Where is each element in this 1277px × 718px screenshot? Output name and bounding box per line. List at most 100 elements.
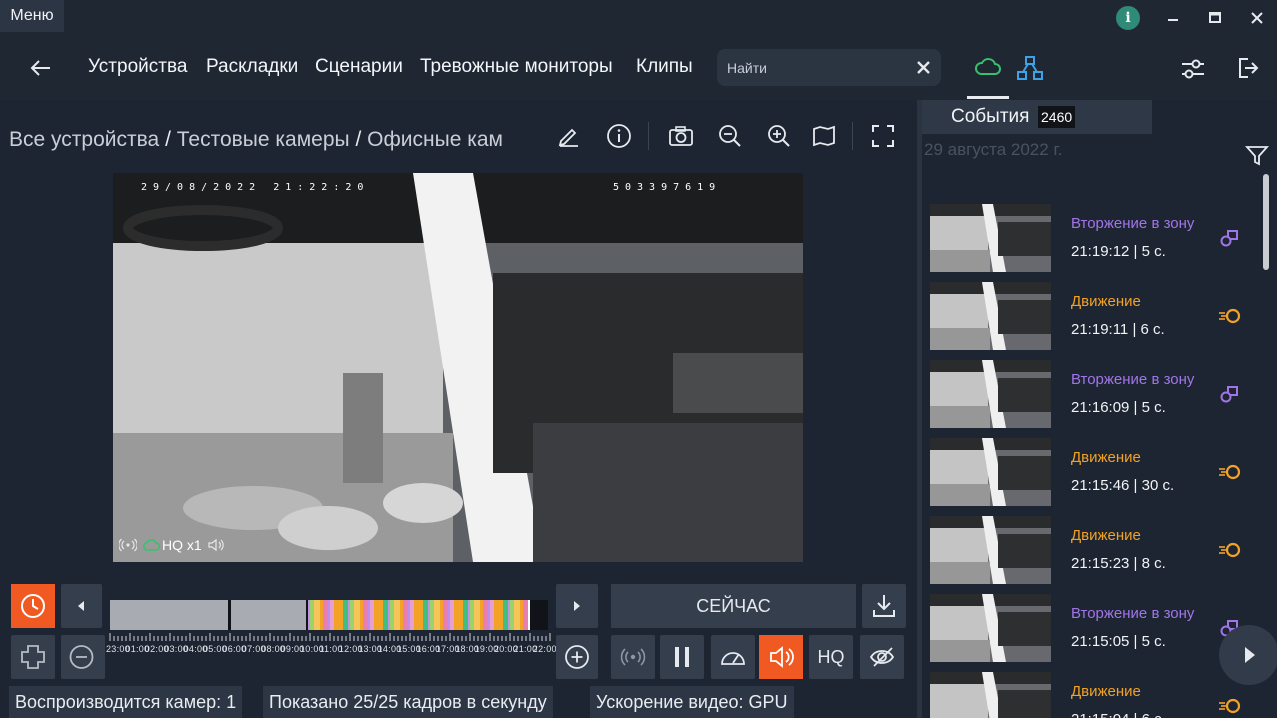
edit-icon[interactable]: [557, 124, 581, 148]
timeline-segment: [354, 600, 360, 630]
timeline-segment: [370, 600, 374, 630]
timeline-segment: [320, 600, 323, 630]
minimize-icon[interactable]: [1165, 10, 1181, 26]
event-item[interactable]: Вторжение в зону 21:16:09 | 5 с.: [930, 360, 1250, 428]
archive-clock-button[interactable]: [11, 584, 55, 628]
event-thumbnail[interactable]: [930, 516, 1051, 584]
nav-item-scenarios[interactable]: Сценарии: [315, 56, 403, 78]
event-thumbnail[interactable]: [930, 204, 1051, 272]
event-thumbnail[interactable]: [930, 594, 1051, 662]
timeline-segment: [463, 600, 468, 630]
clear-icon[interactable]: [915, 59, 932, 76]
timeline-segment: [454, 600, 460, 630]
logout-icon[interactable]: [1236, 56, 1260, 80]
timeline-segment: [408, 600, 410, 630]
nav-item-alarm-monitors[interactable]: Тревожные мониторы: [420, 56, 613, 78]
sliders-icon[interactable]: [1180, 57, 1206, 81]
timeline-segment: [520, 600, 523, 630]
sound-button[interactable]: [759, 635, 803, 679]
cloud-icon[interactable]: [974, 56, 1002, 78]
toolbar-divider: [648, 122, 649, 150]
event-thumbnail[interactable]: [930, 672, 1051, 718]
info-icon[interactable]: i: [1116, 6, 1140, 30]
now-button[interactable]: СЕЙЧАС: [611, 584, 856, 628]
timeline-segment: [470, 600, 474, 630]
breadcrumb-test-cameras[interactable]: Тестовые камеры: [177, 128, 350, 151]
timeline-next-button[interactable]: [556, 584, 598, 628]
network-icon[interactable]: [1016, 55, 1044, 81]
zoom-out-icon[interactable]: [717, 123, 743, 149]
panel-expand-button[interactable]: [1219, 625, 1277, 685]
snapshot-icon[interactable]: [668, 124, 694, 148]
timeline-segment: [390, 600, 394, 630]
detection-off-button[interactable]: [860, 635, 904, 679]
event-item[interactable]: Движение 21:19:11 | 6 с.: [930, 282, 1250, 350]
cloud-tab-indicator: [967, 96, 1009, 99]
event-thumbnail[interactable]: [930, 360, 1051, 428]
speed-button[interactable]: [711, 635, 755, 679]
speaker-indicator-icon: [207, 537, 225, 553]
timeline-segment: [423, 600, 428, 630]
timeline-segment: [503, 600, 508, 630]
quality-overlay-label: HQ x1: [162, 537, 202, 553]
ptz-button[interactable]: [11, 635, 55, 679]
status-fps: Показано 25/25 кадров в секунду: [263, 686, 553, 718]
timeline-segment: [490, 600, 494, 630]
timeline-segment: [310, 600, 314, 630]
timeline-segment: [340, 600, 343, 630]
event-item[interactable]: Движение 21:15:23 | 8 с.: [930, 516, 1250, 584]
timeline-zoom-in-button[interactable]: [556, 635, 598, 679]
event-item[interactable]: Движение 21:15:04 | 6 с.: [930, 672, 1250, 718]
breadcrumb-all-devices[interactable]: Все устройства: [9, 128, 159, 151]
map-icon[interactable]: [811, 124, 837, 148]
timeline-segment: [500, 600, 503, 630]
timeline-zoom-out-button[interactable]: [61, 635, 105, 679]
timeline-segment: [314, 600, 320, 630]
maximize-icon[interactable]: [1207, 10, 1223, 26]
fullscreen-icon[interactable]: [871, 124, 895, 148]
timeline-segment: [488, 600, 490, 630]
timeline-segment: [523, 600, 528, 630]
timeline-segment: [494, 600, 500, 630]
camera-info-icon[interactable]: [606, 123, 632, 149]
search-input[interactable]: [727, 49, 907, 86]
event-type: Вторжение в зону: [1071, 605, 1195, 622]
breadcrumb-office-cameras[interactable]: Офисные кам: [367, 128, 503, 151]
timeline-segment: [468, 600, 470, 630]
search-box: [717, 49, 941, 86]
events-title: События: [951, 106, 1030, 127]
event-item[interactable]: Вторжение в зону 21:15:05 | 5 с.: [930, 594, 1250, 662]
camera-video-frame[interactable]: 29/08/2022 21:22:20 503397619 HQ x1: [113, 173, 803, 562]
motion-icon: [1218, 304, 1242, 328]
timeline-segment: [363, 600, 368, 630]
timeline-segment: [414, 600, 420, 630]
back-arrow-icon[interactable]: [29, 56, 53, 80]
camera-video-image: [113, 173, 803, 562]
timeline-segment: [508, 600, 510, 630]
nav-item-clips[interactable]: Клипы: [636, 56, 693, 78]
event-item[interactable]: Движение 21:15:46 | 30 с.: [930, 438, 1250, 506]
events-scrollbar[interactable]: [1263, 174, 1269, 270]
timeline-segment: [374, 600, 380, 630]
event-thumbnail[interactable]: [930, 282, 1051, 350]
nav-item-layouts[interactable]: Раскладки: [206, 56, 298, 78]
events-count-badge: 2460: [1038, 106, 1076, 128]
pause-button[interactable]: [660, 635, 704, 679]
status-cameras-playing: Воспроизводится камер: 1: [9, 686, 243, 718]
nav-item-devices[interactable]: Устройства: [88, 56, 187, 78]
cloud-status-icon: [141, 537, 161, 553]
download-button[interactable]: [862, 584, 906, 628]
close-icon[interactable]: [1249, 10, 1265, 26]
event-type: Вторжение в зону: [1071, 215, 1195, 232]
timeline-segment: [330, 600, 334, 630]
zoom-in-icon[interactable]: [766, 123, 792, 149]
hq-button[interactable]: HQ: [809, 635, 853, 679]
filter-icon[interactable]: [1245, 144, 1269, 166]
timeline-bar[interactable]: [110, 600, 548, 630]
menu-button[interactable]: Меню: [0, 0, 64, 32]
motion-icon: [1218, 694, 1242, 718]
broadcast-button[interactable]: [611, 635, 655, 679]
event-thumbnail[interactable]: [930, 438, 1051, 506]
timeline-prev-button[interactable]: [61, 584, 102, 628]
event-item[interactable]: Вторжение в зону 21:19:12 | 5 с.: [930, 204, 1250, 272]
